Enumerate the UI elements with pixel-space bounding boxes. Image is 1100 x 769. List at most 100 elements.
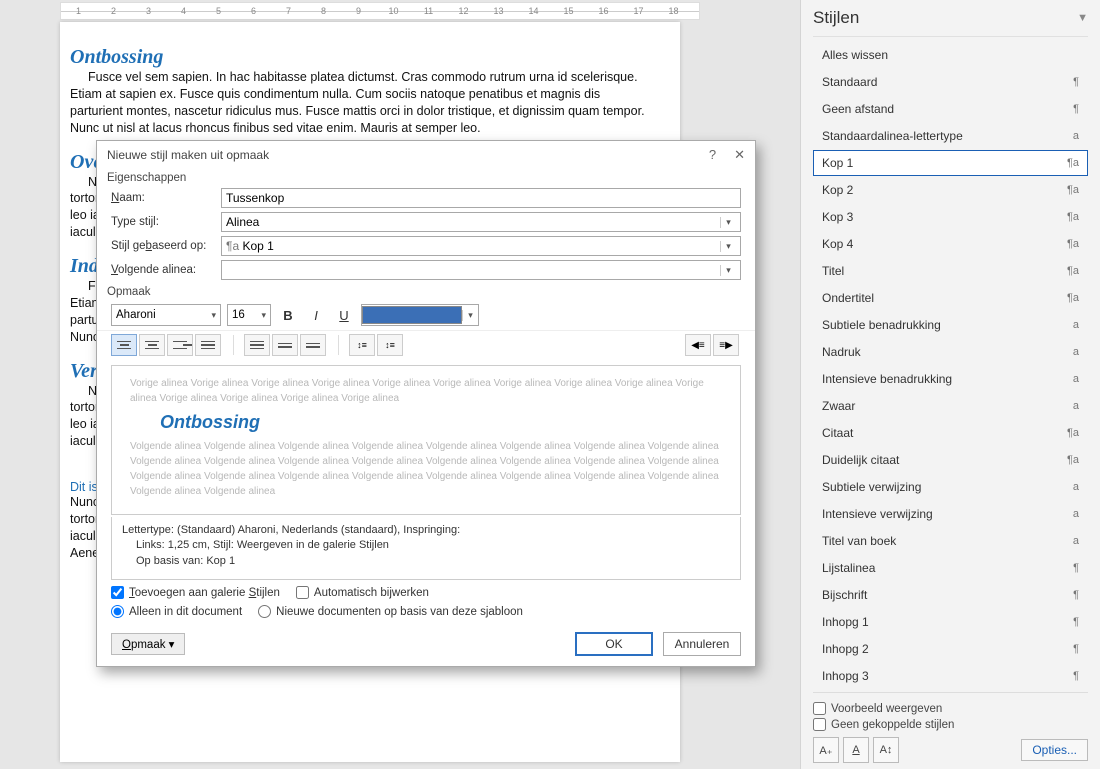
next-para-select[interactable]: ▾ <box>221 260 741 280</box>
field-based-on: Stijl gebaseerd op: ¶a Kop 1▾ <box>97 234 755 258</box>
dialog-title-text: Nieuwe stijl maken uit opmaak <box>107 148 269 162</box>
preview-heading: Ontbossing <box>160 412 722 433</box>
style-item[interactable]: Intensieve verwijzinga <box>813 501 1088 527</box>
style-symbol: ¶a <box>1067 184 1079 196</box>
style-symbol: ¶ <box>1073 103 1079 115</box>
style-item-label: Kop 1 <box>822 156 853 170</box>
style-symbol: a <box>1073 508 1079 520</box>
indent-decrease-button[interactable]: ◀≡ <box>685 334 711 356</box>
style-symbol: ¶a <box>1067 454 1079 466</box>
ruler-mark: 3 <box>131 6 166 16</box>
style-item-label: Ondertitel <box>822 291 874 305</box>
style-item[interactable]: Inhopg 1 ¶ <box>813 609 1088 635</box>
show-preview-checkbox[interactable]: Voorbeeld weergeven <box>813 702 1088 715</box>
style-item[interactable]: Bijschrift¶ <box>813 582 1088 608</box>
format-dropdown-button[interactable]: Opmaak ▾ <box>111 633 185 655</box>
separator <box>233 335 234 355</box>
ok-button[interactable]: OK <box>575 632 653 656</box>
add-to-gallery-checkbox[interactable]: Toevoegen aan galerie Stijlen <box>111 586 280 599</box>
style-item[interactable]: Kop 1¶a <box>813 150 1088 176</box>
style-item-label: Inhopg 1 <box>822 615 869 629</box>
style-item[interactable]: Ondertitel¶a <box>813 285 1088 311</box>
style-item[interactable]: Subtiele verwijzinga <box>813 474 1088 500</box>
style-symbol: ¶a <box>1067 265 1079 277</box>
style-symbol: a <box>1073 481 1079 493</box>
style-item-label: Zwaar <box>822 399 855 413</box>
style-item[interactable]: Geen afstand¶ <box>813 96 1088 122</box>
style-symbol: a <box>1073 400 1079 412</box>
align-center-button[interactable] <box>139 334 165 356</box>
no-linked-styles-checkbox[interactable]: Geen gekoppelde stijlen <box>813 718 1088 731</box>
name-label: NNaam:aam: <box>111 192 221 204</box>
ruler-mark: 9 <box>341 6 376 16</box>
ruler-mark: 8 <box>306 6 341 16</box>
close-icon[interactable]: ✕ <box>734 147 745 163</box>
font-select[interactable]: Aharoni▾ <box>111 304 221 326</box>
based-on-select[interactable]: ¶a Kop 1▾ <box>221 236 741 256</box>
style-item[interactable]: Titel van boeka <box>813 528 1088 554</box>
manage-styles-button[interactable]: A↕ <box>873 737 899 763</box>
only-this-doc-radio[interactable]: Alleen in dit document <box>111 605 242 618</box>
style-item[interactable]: Subtiele benadrukkinga <box>813 312 1088 338</box>
style-item[interactable]: Standaardalinea-lettertypea <box>813 123 1088 149</box>
style-symbol: a <box>1073 346 1079 358</box>
style-description: Lettertype: (Standaard) Aharoni, Nederla… <box>111 517 741 580</box>
desc-line: Lettertype: (Standaard) Aharoni, Nederla… <box>122 523 730 538</box>
linespacing-2-button[interactable] <box>300 334 326 356</box>
align-left-button[interactable] <box>111 334 137 356</box>
help-icon[interactable]: ? <box>709 147 716 163</box>
ruler-mark: 6 <box>236 6 271 16</box>
style-item[interactable]: Lijstalinea¶ <box>813 555 1088 581</box>
style-item[interactable]: Kop 4¶a <box>813 231 1088 257</box>
type-select[interactable]: Alinea▾ <box>221 212 741 232</box>
style-item-label: Inhopg 3 <box>822 669 869 683</box>
style-item[interactable]: Duidelijk citaat ¶a <box>813 447 1088 473</box>
style-symbol: ¶a <box>1067 211 1079 223</box>
styles-panel: Stijlen ▼ Alles wissenStandaard¶Geen afs… <box>800 0 1100 769</box>
style-item[interactable]: Zwaar a <box>813 393 1088 419</box>
ruler-mark: 10 <box>376 6 411 16</box>
align-right-button[interactable] <box>167 334 193 356</box>
style-item[interactable]: Inhopg 3¶ <box>813 663 1088 689</box>
style-symbol: ¶a <box>1067 427 1079 439</box>
style-symbol: ¶ <box>1073 616 1079 628</box>
style-item-label: Titel van boek <box>822 534 896 548</box>
style-item-label: Kop 2 <box>822 183 853 197</box>
field-type: Type stijl: Alinea▾ <box>97 210 755 234</box>
indent-increase-button[interactable]: ≡▶ <box>713 334 739 356</box>
auto-update-checkbox[interactable]: Automatisch bijwerken <box>296 586 429 599</box>
space-before-dec-button[interactable]: ↕≡ <box>377 334 403 356</box>
options-button[interactable]: Opties... <box>1021 739 1088 761</box>
linespacing-1.5-button[interactable] <box>272 334 298 356</box>
style-item[interactable]: Kop 2 ¶a <box>813 177 1088 203</box>
ruler-mark: 12 <box>446 6 481 16</box>
bold-button[interactable]: B <box>277 304 299 326</box>
style-item[interactable]: Standaard¶ <box>813 69 1088 95</box>
style-item[interactable]: Citaat¶a <box>813 420 1088 446</box>
ruler-mark: 17 <box>621 6 656 16</box>
type-label: Type stijl: <box>111 216 221 228</box>
style-item[interactable]: Titel¶a <box>813 258 1088 284</box>
name-input[interactable] <box>221 188 741 208</box>
separator <box>338 335 339 355</box>
align-justify-button[interactable] <box>195 334 221 356</box>
style-item[interactable]: Intensieve benadrukkinga <box>813 366 1088 392</box>
underline-button[interactable]: U <box>333 304 355 326</box>
style-item-label: Duidelijk citaat <box>822 453 899 467</box>
new-style-button[interactable]: A₊ <box>813 737 839 763</box>
panel-options-icon[interactable]: ▼ <box>1077 12 1088 24</box>
style-item[interactable]: Kop 3¶a <box>813 204 1088 230</box>
fontsize-select[interactable]: 16▾ <box>227 304 271 326</box>
style-item[interactable]: Nadruka <box>813 339 1088 365</box>
space-before-inc-button[interactable]: ↕≡ <box>349 334 375 356</box>
italic-button[interactable]: I <box>305 304 327 326</box>
style-inspector-button[interactable]: A <box>843 737 869 763</box>
styles-list[interactable]: Alles wissenStandaard¶Geen afstand¶Stand… <box>813 36 1088 692</box>
new-docs-template-radio[interactable]: Nieuwe documenten op basis van deze sjab… <box>258 605 523 618</box>
linespacing-1-button[interactable] <box>244 334 270 356</box>
style-item[interactable]: Alles wissen <box>813 42 1088 68</box>
font-color-select[interactable]: ▾ <box>361 304 479 326</box>
style-item[interactable]: Inhopg 2¶ <box>813 636 1088 662</box>
cancel-button[interactable]: Annuleren <box>663 632 741 656</box>
field-name: NNaam:aam: <box>97 186 755 210</box>
